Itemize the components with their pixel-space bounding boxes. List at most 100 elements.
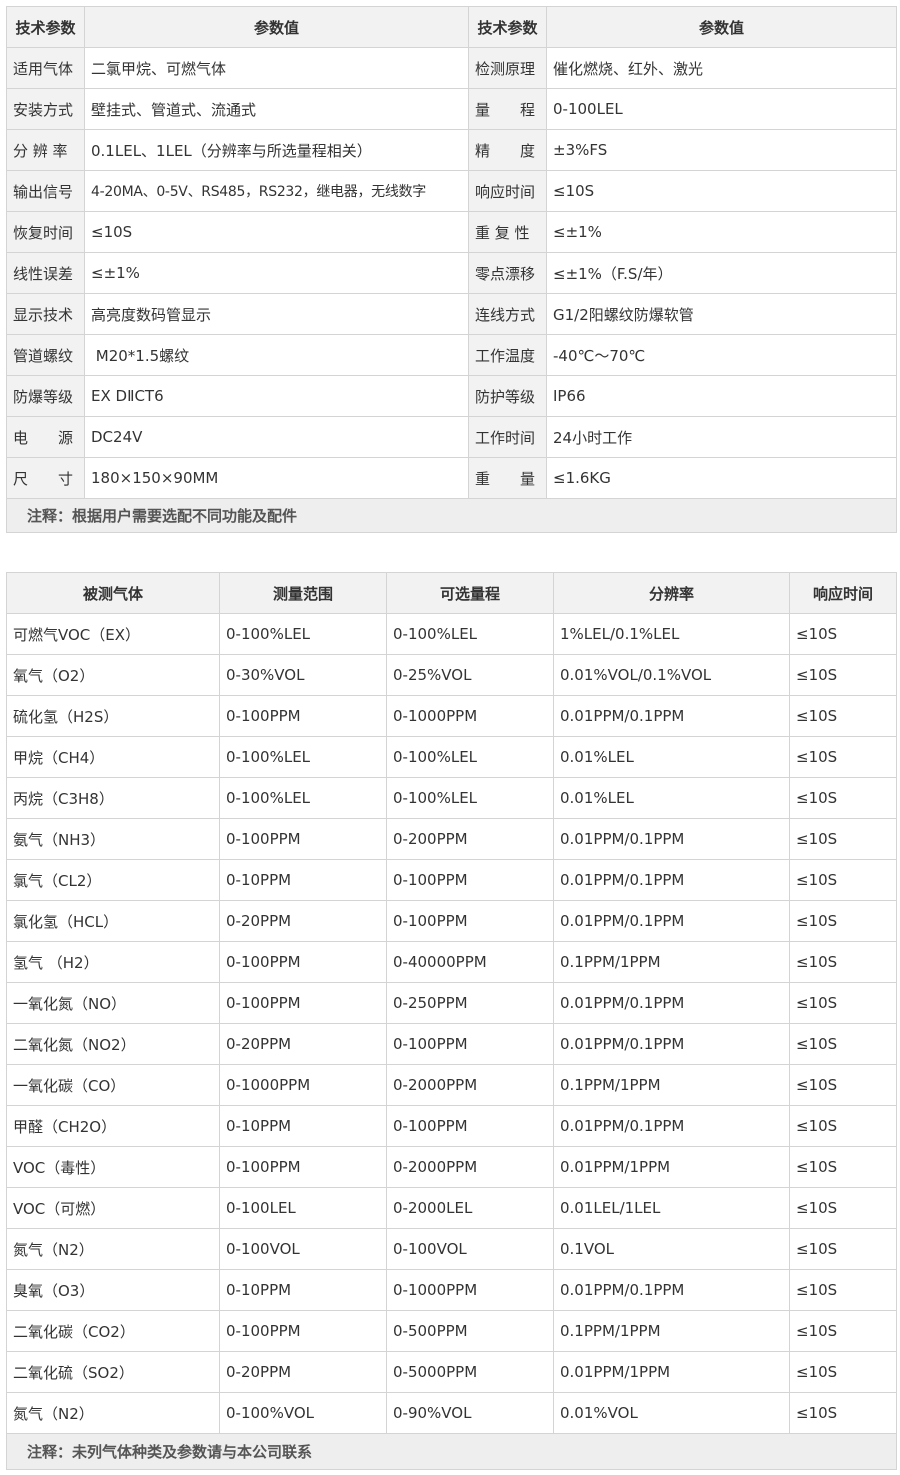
- gas-cell-optional-range: 0-100%LEL: [386, 777, 554, 819]
- gas-cell-response-time: ≤10S: [789, 1392, 897, 1434]
- gas-cell-optional-range: 0-100PPM: [386, 859, 554, 901]
- gas-cell-gas-name: 氨气（NH3）: [6, 818, 220, 860]
- gas-cell-response-time: ≤10S: [789, 982, 897, 1024]
- gas-row: 氮气（N2） 0-100%VOL 0-90%VOL 0.01%VOL ≤10S: [6, 1392, 897, 1434]
- gas-table: 被测气体 测量范围 可选量程 分辨率 响应时间 可燃气VOC（EX） 0-100%…: [6, 572, 897, 1470]
- gas-cell-optional-range: 0-90%VOL: [386, 1392, 554, 1434]
- spec-value: 壁挂式、管道式、流通式: [84, 88, 469, 130]
- gas-cell-gas-name: 甲烷（CH4）: [6, 736, 220, 778]
- gas-cell-resolution: 0.01PPM/0.1PPM: [553, 1023, 790, 1065]
- gas-cell-resolution: 0.1PPM/1PPM: [553, 1310, 790, 1352]
- gas-cell-resolution: 0.01PPM/0.1PPM: [553, 1105, 790, 1147]
- gas-cell-gas-name: 氮气（N2）: [6, 1228, 220, 1270]
- spec-row: 分 辨 率 0.1LEL、1LEL（分辨率与所选量程相关）精 度 ±3%FS: [6, 129, 897, 171]
- gas-cell-measure-range: 0-100%LEL: [219, 736, 387, 778]
- spec-value: ±3%FS: [546, 129, 897, 171]
- gas-cell-measure-range: 0-100PPM: [219, 695, 387, 737]
- gas-cell-resolution: 0.1PPM/1PPM: [553, 1064, 790, 1106]
- spec-table: 技术参数 参数值 技术参数 参数值 适用气体 二氯甲烷、可燃气体 检测原理 催化燃烧、…: [6, 6, 897, 533]
- gas-cell-optional-range: 0-100PPM: [386, 1023, 554, 1065]
- gas-cell-measure-range: 0-100PPM: [219, 818, 387, 860]
- spec-value: ≤±1%: [84, 252, 469, 294]
- spec-row: 电 源 DC24V 工作时间 24小时工作: [6, 416, 897, 458]
- gas-cell-optional-range: 0-500PPM: [386, 1310, 554, 1352]
- gas-cell-optional-range: 0-100%LEL: [386, 613, 554, 655]
- gas-cell-response-time: ≤10S: [789, 613, 897, 655]
- gas-cell-measure-range: 0-1000PPM: [219, 1064, 387, 1106]
- spec-value: ≤10S: [546, 170, 897, 212]
- gas-cell-resolution: 0.01PPM/1PPM: [553, 1146, 790, 1188]
- spec-value: 0.1LEL、1LEL（分辨率与所选量程相关）: [84, 129, 469, 171]
- gas-cell-resolution: 0.01PPM/0.1PPM: [553, 1269, 790, 1311]
- spec-note-row: 注释：根据用户需要选配不同功能及配件: [6, 498, 897, 533]
- spec-row: 显示技术 高亮度数码管显示 连线方式 G1/2阳螺纹防爆软管: [6, 293, 897, 335]
- gas-note: 注释：未列气体种类及参数请与本公司联系: [6, 1433, 897, 1470]
- gas-cell-optional-range: 0-100%LEL: [386, 736, 554, 778]
- gas-cell-resolution: 0.01%LEL: [553, 736, 790, 778]
- gas-cell-response-time: ≤10S: [789, 859, 897, 901]
- gas-cell-response-time: ≤10S: [789, 900, 897, 942]
- spec-value: ≤1.6KG: [546, 457, 897, 499]
- gas-cell-resolution: 1%LEL/0.1%LEL: [553, 613, 790, 655]
- spec-value: ≤±1%（F.S/年）: [546, 252, 897, 294]
- spec-value: EX DⅡCT6: [84, 375, 469, 417]
- spec-key: 防护等级: [468, 375, 547, 417]
- gas-cell-optional-range: 0-2000PPM: [386, 1064, 554, 1106]
- gas-row: 氧气（O2） 0-30%VOL 0-25%VOL 0.01%VOL/0.1%VOL ≤1…: [6, 654, 897, 696]
- gas-cell-response-time: ≤10S: [789, 777, 897, 819]
- spec-value: -40℃～70℃: [546, 334, 897, 376]
- gas-cell-resolution: 0.1VOL: [553, 1228, 790, 1270]
- gas-row: 氢气 （H2） 0-100PPM 0-40000PPM 0.1PPM/1PPM ≤10S: [6, 941, 897, 983]
- spec-header-value: 参数值: [546, 6, 897, 48]
- gas-cell-optional-range: 0-1000PPM: [386, 1269, 554, 1311]
- gas-cell-gas-name: 甲醛（CH2O）: [6, 1105, 220, 1147]
- spec-header-row: 技术参数 参数值 技术参数 参数值: [6, 6, 897, 48]
- gas-cell-response-time: ≤10S: [789, 1269, 897, 1311]
- gas-cell-resolution: 0.01PPM/0.1PPM: [553, 859, 790, 901]
- gas-cell-resolution: 0.01PPM/0.1PPM: [553, 818, 790, 860]
- gas-cell-resolution: 0.01PPM/0.1PPM: [553, 900, 790, 942]
- gas-cell-measure-range: 0-100PPM: [219, 982, 387, 1024]
- spec-key: 零点漂移: [468, 252, 547, 294]
- gas-cell-optional-range: 0-100PPM: [386, 1105, 554, 1147]
- gas-row: 臭氧（O3） 0-10PPM 0-1000PPM 0.01PPM/0.1PPM ≤10S: [6, 1269, 897, 1311]
- gas-cell-gas-name: 臭氧（O3）: [6, 1269, 220, 1311]
- gas-cell-measure-range: 0-30%VOL: [219, 654, 387, 696]
- gas-row: 可燃气VOC（EX） 0-100%LEL 0-100%LEL 1%LEL/0.1%LE…: [6, 613, 897, 655]
- gas-header-range: 测量范围: [219, 572, 387, 614]
- gas-row: VOC（毒性） 0-100PPM 0-2000PPM 0.01PPM/1PPM ≤10S: [6, 1146, 897, 1188]
- gas-row: 一氧化氮（NO） 0-100PPM 0-250PPM 0.01PPM/0.1PPM ≤1…: [6, 982, 897, 1024]
- gas-cell-measure-range: 0-100LEL: [219, 1187, 387, 1229]
- gas-cell-optional-range: 0-100PPM: [386, 900, 554, 942]
- spec-key: 重 复 性: [468, 211, 547, 253]
- gas-cell-gas-name: 氢气 （H2）: [6, 941, 220, 983]
- gas-cell-resolution: 0.01%LEL: [553, 777, 790, 819]
- spec-key: 输出信号: [6, 170, 85, 212]
- spec-value: M20*1.5螺纹: [84, 334, 469, 376]
- gas-cell-measure-range: 0-100PPM: [219, 1146, 387, 1188]
- gas-cell-resolution: 0.01PPM/0.1PPM: [553, 695, 790, 737]
- gas-cell-response-time: ≤10S: [789, 1064, 897, 1106]
- spec-key: 检测原理: [468, 47, 547, 89]
- spec-row: 尺 寸 180×150×90MM 重 量 ≤1.6KG: [6, 457, 897, 499]
- spec-value: 0-100LEL: [546, 88, 897, 130]
- spec-value: ≤±1%: [546, 211, 897, 253]
- gas-cell-resolution: 0.01%VOL: [553, 1392, 790, 1434]
- spec-key: 重 量: [468, 457, 547, 499]
- gas-cell-gas-name: 硫化氢（H2S）: [6, 695, 220, 737]
- gas-cell-resolution: 0.1PPM/1PPM: [553, 941, 790, 983]
- spec-key: 量 程: [468, 88, 547, 130]
- spec-key: 线性误差: [6, 252, 85, 294]
- gas-cell-gas-name: VOC（毒性）: [6, 1146, 220, 1188]
- spec-key: 精 度: [468, 129, 547, 171]
- spec-value: 180×150×90MM: [84, 457, 469, 499]
- spec-value: G1/2阳螺纹防爆软管: [546, 293, 897, 335]
- spec-key: 连线方式: [468, 293, 547, 335]
- gas-header-resolution: 分辨率: [553, 572, 790, 614]
- gas-row: 甲醛（CH2O） 0-10PPM 0-100PPM 0.01PPM/0.1PPM ≤10…: [6, 1105, 897, 1147]
- spec-value: 高亮度数码管显示: [84, 293, 469, 335]
- gas-cell-optional-range: 0-200PPM: [386, 818, 554, 860]
- gas-header-gas: 被测气体: [6, 572, 220, 614]
- spec-row: 安装方式 壁挂式、管道式、流通式量 程 0-100LEL: [6, 88, 897, 130]
- spec-note: 注释：根据用户需要选配不同功能及配件: [6, 498, 897, 533]
